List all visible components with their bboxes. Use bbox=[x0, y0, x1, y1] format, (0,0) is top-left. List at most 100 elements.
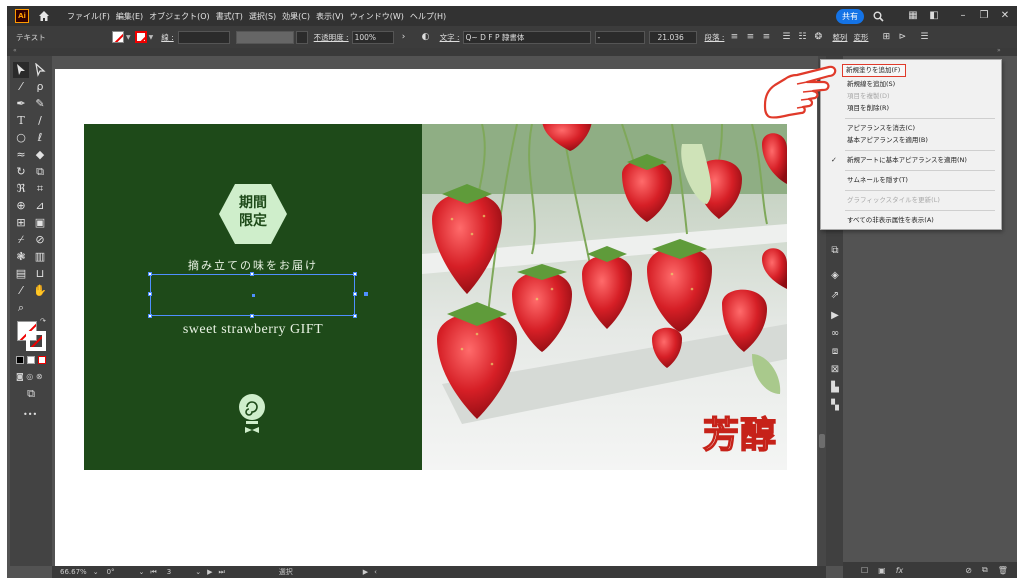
arrange-documents-icon[interactable]: ▦ bbox=[907, 11, 919, 21]
menu-help[interactable]: ヘルプ(H) bbox=[410, 11, 446, 22]
zoom-level[interactable]: 66.67% bbox=[60, 568, 87, 576]
menu-effect[interactable]: 効果(C) bbox=[282, 11, 310, 22]
chevron-down-icon[interactable]: ⌄ bbox=[195, 568, 201, 576]
menu-item-hide-thumbnails[interactable]: サムネールを隠す(T) bbox=[821, 175, 1001, 186]
next-artboard-icon[interactable]: ▶ bbox=[207, 568, 212, 576]
scrollbar-thumb[interactable] bbox=[819, 434, 825, 448]
screen-mode-icon[interactable]: ⧉ bbox=[23, 386, 39, 402]
green-panel[interactable]: 期間 限定 摘み立ての味をお届け sweet strawberry GIFT bbox=[84, 124, 422, 470]
selection-handle[interactable] bbox=[353, 272, 357, 276]
restore-icon[interactable]: ❐ bbox=[978, 11, 990, 21]
pathfinder-icon[interactable]: ⊠ bbox=[829, 364, 841, 376]
paragraph-label[interactable]: 段落 : bbox=[705, 32, 725, 43]
direct-selection-tool[interactable] bbox=[32, 62, 48, 78]
menu-item-redefine-graphic-style[interactable]: グラフィックスタイルを更新(L) bbox=[821, 195, 1001, 206]
menu-object[interactable]: オブジェクト(O) bbox=[149, 11, 210, 22]
transform-panel-icon[interactable]: ⧈ bbox=[829, 346, 841, 358]
mesh-tool[interactable]: ⊞ bbox=[13, 215, 29, 231]
selection-handle[interactable] bbox=[148, 314, 152, 318]
export-icon[interactable]: ⇗ bbox=[829, 290, 841, 302]
selection-handle[interactable] bbox=[353, 292, 357, 296]
menu-item-new-art-basic-appearance[interactable]: ✓ 新規アートに基本アピアランスを適用(N) bbox=[821, 155, 1001, 166]
strawberry-photo[interactable]: 芳醇 bbox=[422, 124, 787, 470]
free-transform-tool[interactable]: ⌗ bbox=[32, 181, 48, 197]
workspace-switcher-icon[interactable]: ◧ bbox=[928, 11, 940, 21]
opacity-label[interactable]: 不透明度 : bbox=[314, 32, 349, 43]
recolor-artwork-icon[interactable]: ◐ bbox=[420, 32, 432, 42]
shaper-tool[interactable]: ≈ bbox=[13, 147, 29, 163]
menu-item-add-new-fill[interactable]: 新規塗りを追加(F) bbox=[842, 64, 906, 77]
lasso-tool[interactable]: ρ bbox=[32, 79, 48, 95]
menu-item-clear-appearance[interactable]: アピアランスを消去(C) bbox=[821, 123, 1001, 134]
title-kanji-text[interactable]: 芳醇 bbox=[702, 406, 777, 458]
menu-item-show-all-hidden-attributes[interactable]: すべての非表示属性を表示(A) bbox=[821, 215, 1001, 226]
numbered-list-icon[interactable]: ☷ bbox=[796, 32, 808, 42]
home-icon[interactable] bbox=[37, 9, 51, 23]
ellipse-tool[interactable]: ○ bbox=[13, 130, 29, 146]
scale-tool[interactable]: ⧉ bbox=[32, 164, 48, 180]
collapse-icon[interactable]: « bbox=[13, 47, 17, 54]
align-panel-icon[interactable]: ▙ bbox=[829, 382, 841, 394]
variable-width-profile[interactable] bbox=[235, 30, 294, 44]
pen-tool[interactable]: ✒ bbox=[13, 96, 29, 112]
chevron-right-icon[interactable]: › bbox=[398, 32, 410, 42]
align-right-icon[interactable]: ≡ bbox=[760, 32, 772, 42]
slice-tool[interactable]: ⊔ bbox=[32, 266, 48, 282]
search-icon[interactable] bbox=[873, 11, 884, 22]
stroke-swatch-large[interactable] bbox=[26, 331, 46, 351]
menu-item-duplicate-item[interactable]: 項目を複製(D) bbox=[821, 91, 1001, 102]
paintbrush-tool[interactable]: ℓ bbox=[32, 130, 48, 146]
bullets-icon[interactable]: ☰ bbox=[780, 32, 792, 42]
first-artboard-icon[interactable]: ⏮ bbox=[150, 568, 156, 577]
opacity-field[interactable]: 100% bbox=[351, 30, 394, 44]
arrange-icon[interactable]: ⊳ bbox=[896, 32, 908, 42]
symbol-sprayer-tool[interactable]: ❃ bbox=[13, 249, 29, 265]
chevron-down-icon[interactable]: ⌄ bbox=[139, 568, 145, 576]
align-left-icon[interactable]: ≡ bbox=[728, 32, 740, 42]
blend-tool[interactable]: ⊘ bbox=[32, 232, 48, 248]
minimize-icon[interactable]: – bbox=[957, 11, 969, 21]
chevron-down-icon[interactable]: ▼ bbox=[149, 34, 154, 41]
eraser-tool[interactable]: ◆ bbox=[32, 147, 48, 163]
font-style-field[interactable]: - bbox=[594, 30, 645, 44]
brush-definition[interactable] bbox=[295, 30, 308, 44]
duplicate-item-icon[interactable]: ⧉ bbox=[982, 565, 988, 575]
artboard[interactable]: 期間 限定 摘み立ての味をお届け sweet strawberry GIFT 芳… bbox=[55, 69, 817, 566]
share-button[interactable]: 共有 bbox=[836, 8, 864, 24]
align-label[interactable]: 整列 bbox=[832, 32, 847, 43]
close-icon[interactable]: ✕ bbox=[999, 11, 1011, 21]
scroll-left-icon[interactable]: ‹ bbox=[374, 568, 377, 576]
chevron-down-icon[interactable]: ▼ bbox=[126, 34, 131, 41]
menu-window[interactable]: ウィンドウ(W) bbox=[350, 11, 404, 22]
menu-file[interactable]: ファイル(F) bbox=[67, 11, 110, 22]
text-frame-selection[interactable] bbox=[148, 272, 368, 318]
menu-item-remove-item[interactable]: 項目を削除(R) bbox=[821, 103, 1001, 114]
puppet-icon[interactable]: ❂ bbox=[812, 32, 824, 42]
gift-text[interactable]: sweet strawberry GIFT bbox=[84, 322, 422, 338]
stroke-weight-field[interactable] bbox=[177, 30, 230, 44]
add-stroke-icon[interactable]: ☐ bbox=[861, 566, 868, 575]
selection-handle[interactable] bbox=[250, 314, 254, 318]
selection-tool[interactable] bbox=[13, 62, 29, 78]
rotate-tool[interactable]: ↻ bbox=[13, 164, 29, 180]
menu-item-reduce-to-basic[interactable]: 基本アピアランスを適用(B) bbox=[821, 135, 1001, 146]
type-tool[interactable]: T bbox=[13, 113, 29, 129]
stroke-label[interactable]: 線 : bbox=[161, 32, 173, 43]
selection-handle[interactable] bbox=[353, 314, 357, 318]
last-artboard-icon[interactable]: ⏭ bbox=[218, 568, 224, 577]
artboard-number[interactable]: 3 bbox=[167, 568, 171, 576]
fx-icon[interactable]: fx bbox=[896, 566, 904, 575]
limited-time-badge[interactable]: 期間 限定 bbox=[217, 182, 289, 246]
edit-toolbar-button[interactable]: ••• bbox=[23, 410, 37, 419]
status-menu-icon[interactable]: ▶ bbox=[363, 568, 368, 576]
magnifier-icon[interactable]: ⌕ bbox=[13, 300, 29, 316]
strawberry-mascot-icon[interactable] bbox=[236, 392, 268, 436]
properties-icon[interactable]: ▚ bbox=[829, 400, 841, 412]
font-family-field[interactable]: Q~ D F P 隷書体 bbox=[462, 30, 591, 44]
perspective-grid-tool[interactable]: ⊿ bbox=[32, 198, 48, 214]
column-graph-tool[interactable]: ▥ bbox=[32, 249, 48, 265]
none-icon[interactable] bbox=[38, 356, 46, 364]
tagline-text[interactable]: 摘み立ての味をお届け bbox=[84, 257, 422, 273]
layers-panel-icon[interactable]: ◈ bbox=[829, 270, 841, 282]
artboards-panel-icon[interactable]: ⧉ bbox=[829, 245, 841, 257]
